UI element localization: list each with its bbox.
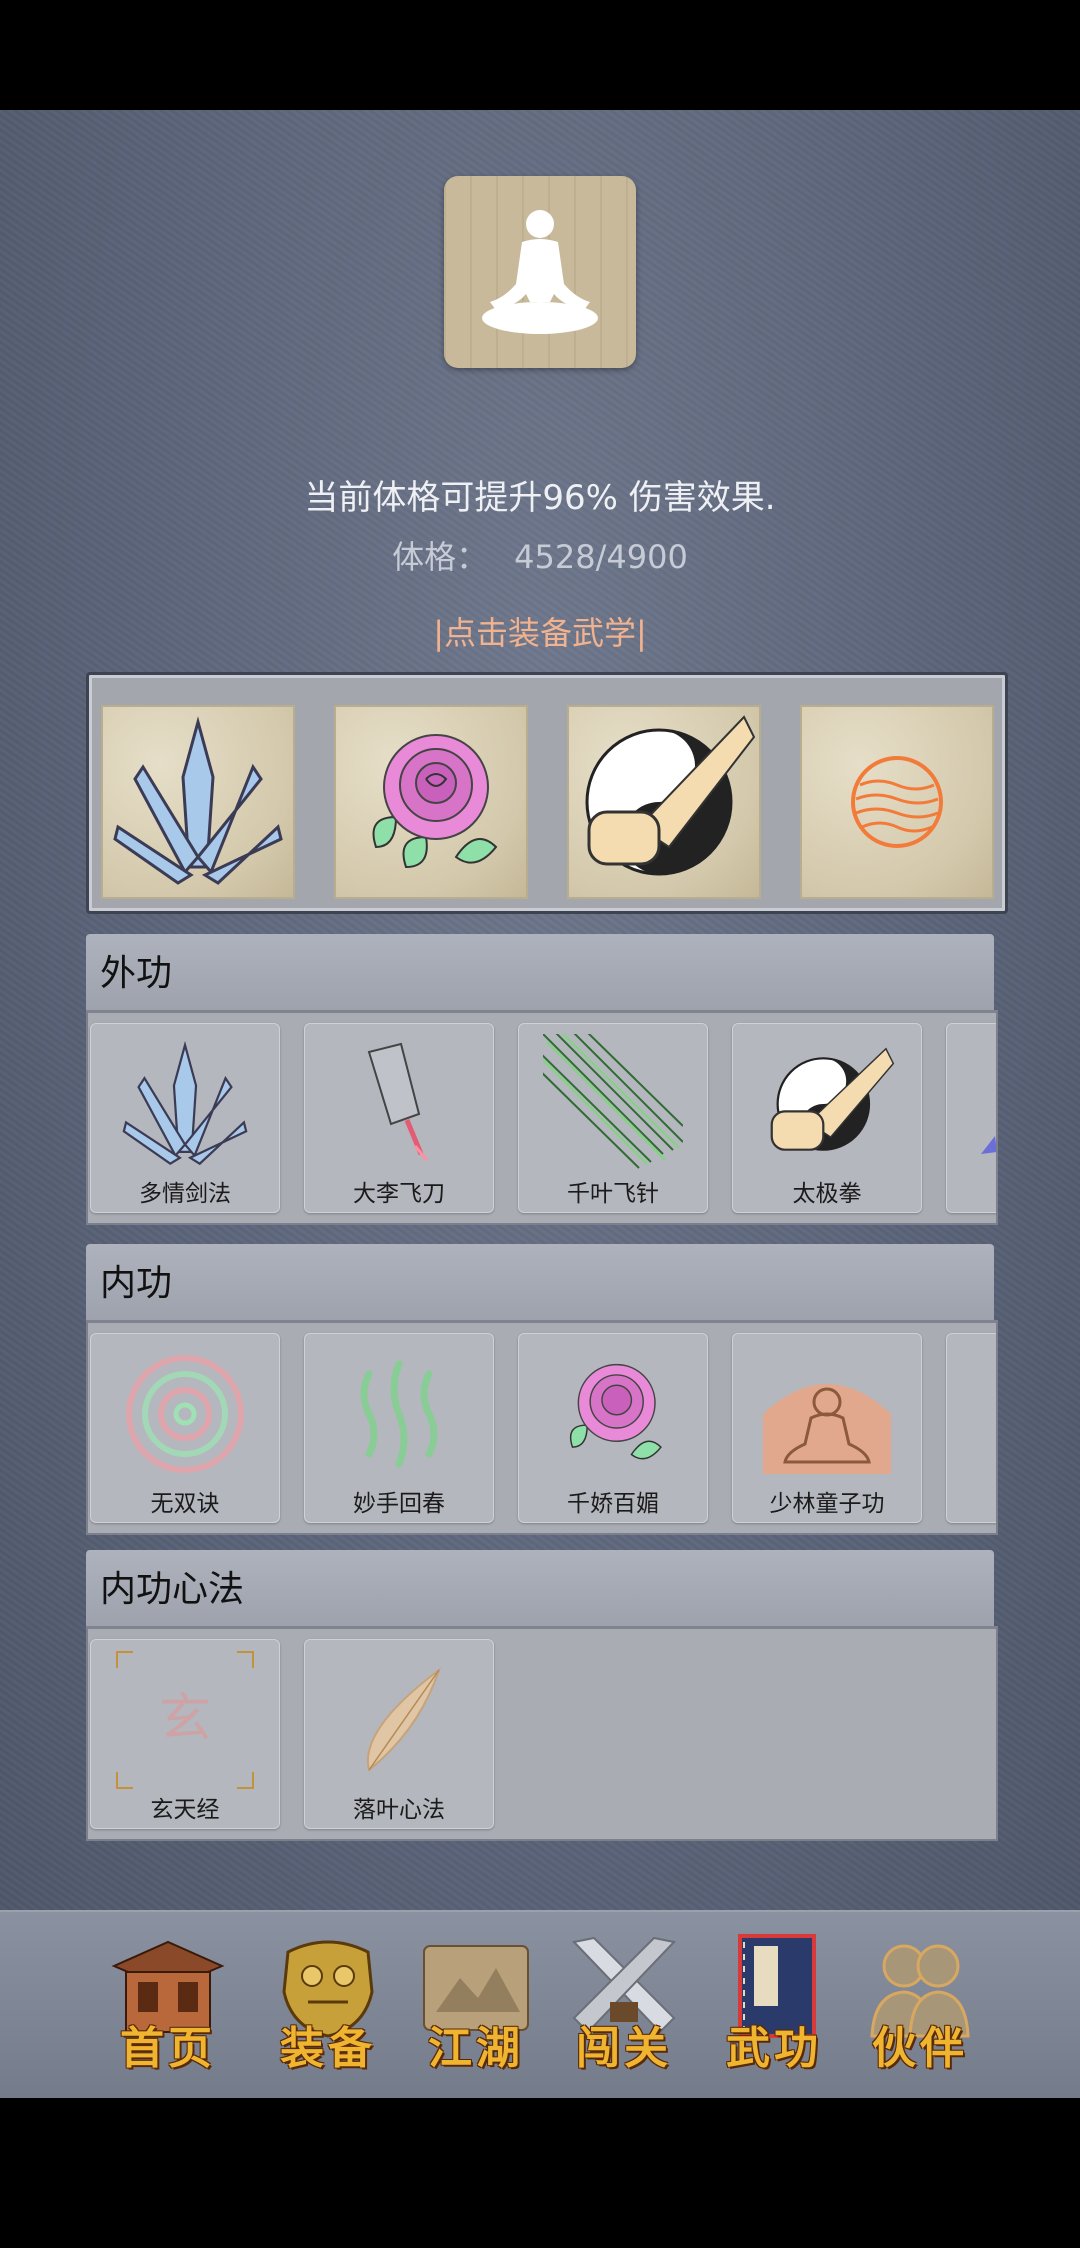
nav-companions[interactable]: 伙伴 — [846, 1932, 994, 2082]
skill-name: 少林童子功 — [769, 1491, 885, 1517]
skill-name: 千叶飞针 — [567, 1181, 659, 1207]
mental-arts-list[interactable]: 玄 玄天经 落叶心法 — [86, 1626, 998, 1841]
orange-energy-orb-icon — [851, 756, 943, 848]
nav-equipment[interactable]: 装备 — [254, 1932, 402, 2082]
nav-label: 闯关 — [576, 2023, 672, 2074]
nav-label: 江湖 — [428, 2023, 524, 2074]
skill-card-luoye[interactable]: 落叶心法 — [304, 1639, 494, 1829]
skill-card-partial[interactable] — [946, 1023, 996, 1213]
internal-arts-list[interactable]: 无双诀 妙手回春 千娇百媚 少林童子功 — [86, 1320, 998, 1535]
skill-name: 太极拳 — [792, 1181, 862, 1207]
nav-challenge[interactable]: 闯关 — [550, 1932, 698, 2082]
equipped-slot-3[interactable] — [567, 705, 761, 899]
equipped-slot-4[interactable] — [800, 705, 994, 899]
physique-stat: 体格： 4528/4900 — [0, 532, 1080, 578]
skill-card-shaolin[interactable]: 少林童子功 — [732, 1333, 922, 1523]
physique-label: 体格： — [392, 538, 489, 576]
skill-card-thousand-needles[interactable]: 千叶飞针 — [518, 1023, 708, 1213]
peony-flower-icon — [569, 1363, 662, 1460]
damage-buff-text: 当前体格可提升96% 伤害效果. — [304, 478, 776, 518]
nav-label: 伙伴 — [872, 2023, 968, 2074]
skill-name: 大李飞刀 — [353, 1181, 445, 1207]
section-title: 内功心法 — [100, 1569, 245, 1610]
skill-name: 落叶心法 — [353, 1797, 445, 1823]
crystal-blades-icon — [122, 1040, 248, 1166]
skill-card-miaoshou[interactable]: 妙手回春 — [304, 1333, 494, 1523]
mental-arts-header: 内功心法 — [86, 1550, 994, 1626]
taiji-fist-icon — [585, 715, 756, 876]
external-arts-header: 外功 — [86, 934, 994, 1010]
meditating-monk-icon — [763, 1384, 891, 1474]
flying-needles-icon — [543, 1034, 683, 1169]
equipped-skills-panel — [86, 672, 1008, 914]
skill-card-xuantian[interactable]: 玄 玄天经 — [90, 1639, 280, 1829]
external-arts-list[interactable]: 多情剑法 大李飞刀 千叶飞针 太极拳 — [86, 1010, 998, 1225]
nav-home[interactable]: 首页 — [94, 1932, 242, 2082]
physique-value: 4528/4900 — [514, 538, 688, 576]
meditating-figure-icon — [482, 210, 598, 334]
skill-card-duoqing-sword[interactable]: 多情剑法 — [90, 1023, 280, 1213]
falling-leaf-icon — [366, 1667, 441, 1772]
section-title: 外功 — [100, 953, 173, 994]
skill-name: 多情剑法 — [139, 1181, 231, 1207]
equipped-slot-1[interactable] — [101, 705, 295, 899]
skill-name: 妙手回春 — [353, 1491, 445, 1517]
partial-skill-icon — [981, 1136, 996, 1154]
section-title: 内功 — [100, 1263, 173, 1304]
nav-label: 武功 — [726, 2023, 822, 2074]
nav-label: 首页 — [120, 2023, 216, 2074]
bottom-navigation: 首页 装备 江湖 闯关 武功 伙伴 — [0, 1910, 1080, 2098]
character-avatar[interactable] — [444, 176, 636, 368]
peony-flower-icon — [372, 734, 498, 869]
martial-arts-screen: 当前体格可提升96% 伤害效果. 体格： 4528/4900 |点击装备武学| — [0, 110, 1080, 2098]
healing-waves-icon — [360, 1360, 438, 1468]
nav-label: 装备 — [280, 2023, 376, 2074]
nav-martial-arts[interactable]: 武功 — [700, 1932, 848, 2082]
skill-card-taiji-fist[interactable]: 太极拳 — [732, 1023, 922, 1213]
taiji-fist-icon — [770, 1047, 895, 1151]
skill-name: 无双诀 — [150, 1491, 220, 1517]
skill-name: 千娇百媚 — [567, 1491, 659, 1517]
spiral-energy-icon — [126, 1355, 244, 1473]
crystal-blades-icon — [113, 716, 283, 885]
internal-arts-header: 内功 — [86, 1244, 994, 1320]
skill-card-flying-knife[interactable]: 大李飞刀 — [304, 1023, 494, 1213]
equipped-slot-2[interactable] — [334, 705, 528, 899]
xuan-rune-glyph: 玄 — [159, 1689, 211, 1749]
equip-martial-arts-link[interactable]: |点击装备武学| — [0, 608, 1080, 654]
nav-jianghu[interactable]: 江湖 — [402, 1932, 550, 2082]
flying-cleaver-icon — [367, 1042, 429, 1161]
xuan-rune-icon: 玄 — [116, 1651, 254, 1789]
skill-card-wushuang[interactable]: 无双诀 — [90, 1333, 280, 1523]
skill-card-partial[interactable] — [946, 1333, 996, 1523]
skill-name: 玄天经 — [150, 1797, 220, 1823]
skill-card-qianjiao[interactable]: 千娇百媚 — [518, 1333, 708, 1523]
